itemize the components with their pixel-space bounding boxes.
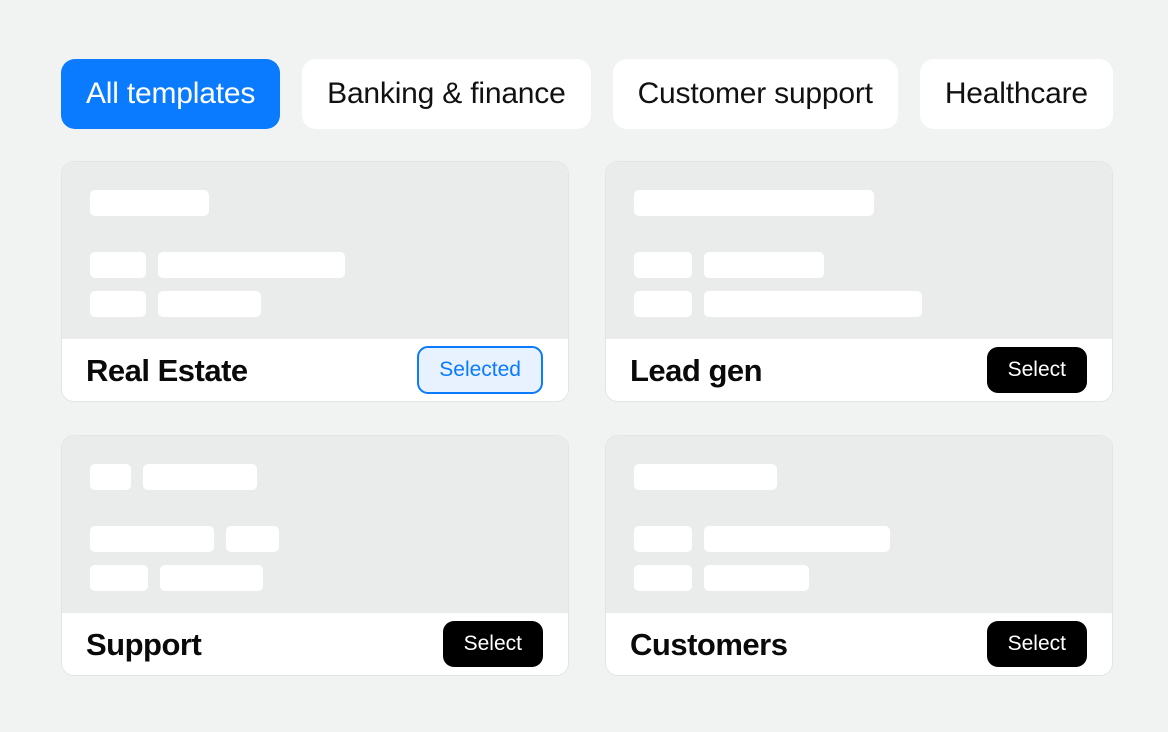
skeleton-bar bbox=[704, 252, 824, 278]
card-footer: Support Select bbox=[62, 613, 568, 675]
skeleton-bar bbox=[226, 526, 279, 552]
skeleton-bar bbox=[704, 526, 890, 552]
skeleton-bar bbox=[90, 252, 146, 278]
tab-label: Banking & finance bbox=[327, 77, 566, 110]
skeleton-bar bbox=[634, 252, 692, 278]
skeleton-bar bbox=[90, 190, 209, 216]
select-button[interactable]: Select bbox=[986, 347, 1087, 393]
skeleton-bar bbox=[634, 190, 874, 216]
skeleton-bar bbox=[634, 526, 692, 552]
button-label: Selected bbox=[439, 358, 521, 381]
template-preview-lead-gen bbox=[606, 162, 1112, 339]
skeleton-bar bbox=[90, 526, 214, 552]
skeleton-row bbox=[90, 252, 568, 278]
skeleton-bar bbox=[704, 291, 922, 317]
template-card-customers[interactable]: Customers Select bbox=[605, 435, 1113, 676]
card-footer: Lead gen Select bbox=[606, 339, 1112, 401]
skeleton-row bbox=[90, 464, 568, 490]
skeleton-bar bbox=[90, 565, 148, 591]
skeleton-bar bbox=[634, 291, 692, 317]
card-title: Real Estate bbox=[86, 352, 248, 388]
skeleton-bar bbox=[90, 291, 146, 317]
selected-button[interactable]: Selected bbox=[417, 346, 543, 394]
skeleton-row bbox=[90, 565, 568, 591]
skeleton-row bbox=[634, 291, 1112, 317]
skeleton-bar bbox=[158, 252, 345, 278]
card-footer: Customers Select bbox=[606, 613, 1112, 675]
template-preview-real-estate bbox=[62, 162, 568, 339]
tab-all-templates[interactable]: All templates bbox=[61, 59, 281, 129]
skeleton-bar bbox=[90, 464, 131, 490]
skeleton-bar bbox=[158, 291, 261, 317]
skeleton-bar bbox=[143, 464, 257, 490]
skeleton-row bbox=[634, 464, 1112, 490]
templates-page: All templates Banking & finance Customer… bbox=[0, 0, 1168, 732]
card-title: Lead gen bbox=[630, 352, 763, 388]
select-button[interactable]: Select bbox=[442, 621, 543, 667]
skeleton-bar bbox=[634, 565, 692, 591]
skeleton-row bbox=[634, 526, 1112, 552]
skeleton-row bbox=[634, 565, 1112, 591]
skeleton-row bbox=[90, 190, 568, 216]
template-card-support[interactable]: Support Select bbox=[61, 435, 569, 676]
skeleton-row bbox=[634, 190, 1112, 216]
button-label: Select bbox=[1007, 358, 1066, 381]
skeleton-bar bbox=[160, 565, 263, 591]
template-category-tabs: All templates Banking & finance Customer… bbox=[61, 59, 1168, 129]
tab-label: All templates bbox=[86, 77, 256, 110]
skeleton-row bbox=[90, 291, 568, 317]
button-label: Select bbox=[463, 632, 522, 655]
template-preview-customers bbox=[606, 436, 1112, 613]
tab-banking-finance[interactable]: Banking & finance bbox=[302, 59, 591, 129]
skeleton-row bbox=[90, 526, 568, 552]
card-title: Support bbox=[86, 626, 202, 662]
tab-label: Healthcare bbox=[944, 77, 1088, 110]
select-button[interactable]: Select bbox=[986, 621, 1087, 667]
template-card-grid: Real Estate Selected Lead gen Select Sup… bbox=[61, 161, 1113, 676]
template-card-real-estate[interactable]: Real Estate Selected bbox=[61, 161, 569, 402]
button-label: Select bbox=[1007, 632, 1066, 655]
tab-customer-support[interactable]: Customer support bbox=[612, 59, 898, 129]
template-preview-support bbox=[62, 436, 568, 613]
skeleton-bar bbox=[704, 565, 809, 591]
tab-healthcare[interactable]: Healthcare bbox=[919, 59, 1113, 129]
card-footer: Real Estate Selected bbox=[62, 339, 568, 401]
skeleton-row bbox=[634, 252, 1112, 278]
card-title: Customers bbox=[630, 626, 788, 662]
tab-label: Customer support bbox=[637, 77, 873, 110]
template-card-lead-gen[interactable]: Lead gen Select bbox=[605, 161, 1113, 402]
skeleton-bar bbox=[634, 464, 777, 490]
